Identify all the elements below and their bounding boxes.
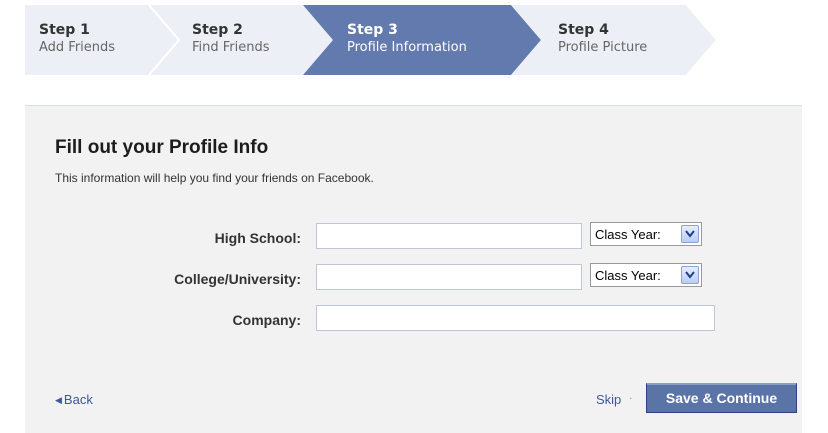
college-input[interactable]	[316, 264, 582, 290]
company-label: Company:	[232, 312, 301, 328]
high-school-class-year-select[interactable]: Class Year:	[590, 222, 702, 246]
chevron-stroke	[685, 271, 695, 279]
step-4: Step 4 Profile Picture	[558, 22, 647, 56]
chevron-down-icon[interactable]	[681, 225, 699, 243]
step-1-title: Step 1	[39, 22, 90, 38]
step-4-subtitle: Profile Picture	[558, 40, 648, 55]
separator-dot: ·	[629, 392, 633, 405]
chevron-stroke	[685, 230, 695, 238]
step-2-title: Step 2	[192, 22, 243, 38]
step-2[interactable]: Step 2 Find Friends	[192, 22, 270, 56]
back-link[interactable]: ◀ Back	[55, 392, 93, 407]
chevron-down-glyph	[685, 271, 695, 279]
college-class-year-select[interactable]: Class Year:	[590, 263, 702, 287]
college-label: College/University:	[174, 271, 301, 287]
profile-info-panel: Fill out your Profile Info This informat…	[25, 105, 802, 433]
class-year-label: Class Year:	[595, 268, 661, 283]
step-3: Step 3 Profile Information	[347, 22, 467, 56]
class-year-label: Class Year:	[595, 227, 661, 242]
step-1[interactable]: Step 1 Add Friends	[39, 22, 115, 56]
step-progress-bar: Step 1 Add Friends Step 2 Find Friends S…	[25, 5, 802, 75]
high-school-label: High School:	[214, 230, 301, 246]
step-4-title: Step 4	[558, 22, 609, 38]
company-input[interactable]	[316, 305, 715, 331]
step-2-subtitle: Find Friends	[192, 40, 270, 55]
page-title: Fill out your Profile Info	[55, 137, 269, 158]
step-3-subtitle: Profile Information	[347, 40, 467, 55]
left-triangle-icon: ◀	[55, 395, 62, 405]
step-3-title: Step 3	[347, 22, 398, 38]
step-1-subtitle: Add Friends	[39, 40, 116, 55]
chevron-down-icon[interactable]	[681, 266, 699, 284]
save-continue-button[interactable]: Save & Continue	[646, 383, 797, 413]
chevron-down-glyph	[685, 230, 695, 238]
back-label: Back	[63, 392, 93, 407]
high-school-input[interactable]	[316, 223, 582, 249]
page-subtitle: This information will help you find your…	[55, 171, 374, 185]
skip-link[interactable]: Skip	[596, 392, 621, 407]
